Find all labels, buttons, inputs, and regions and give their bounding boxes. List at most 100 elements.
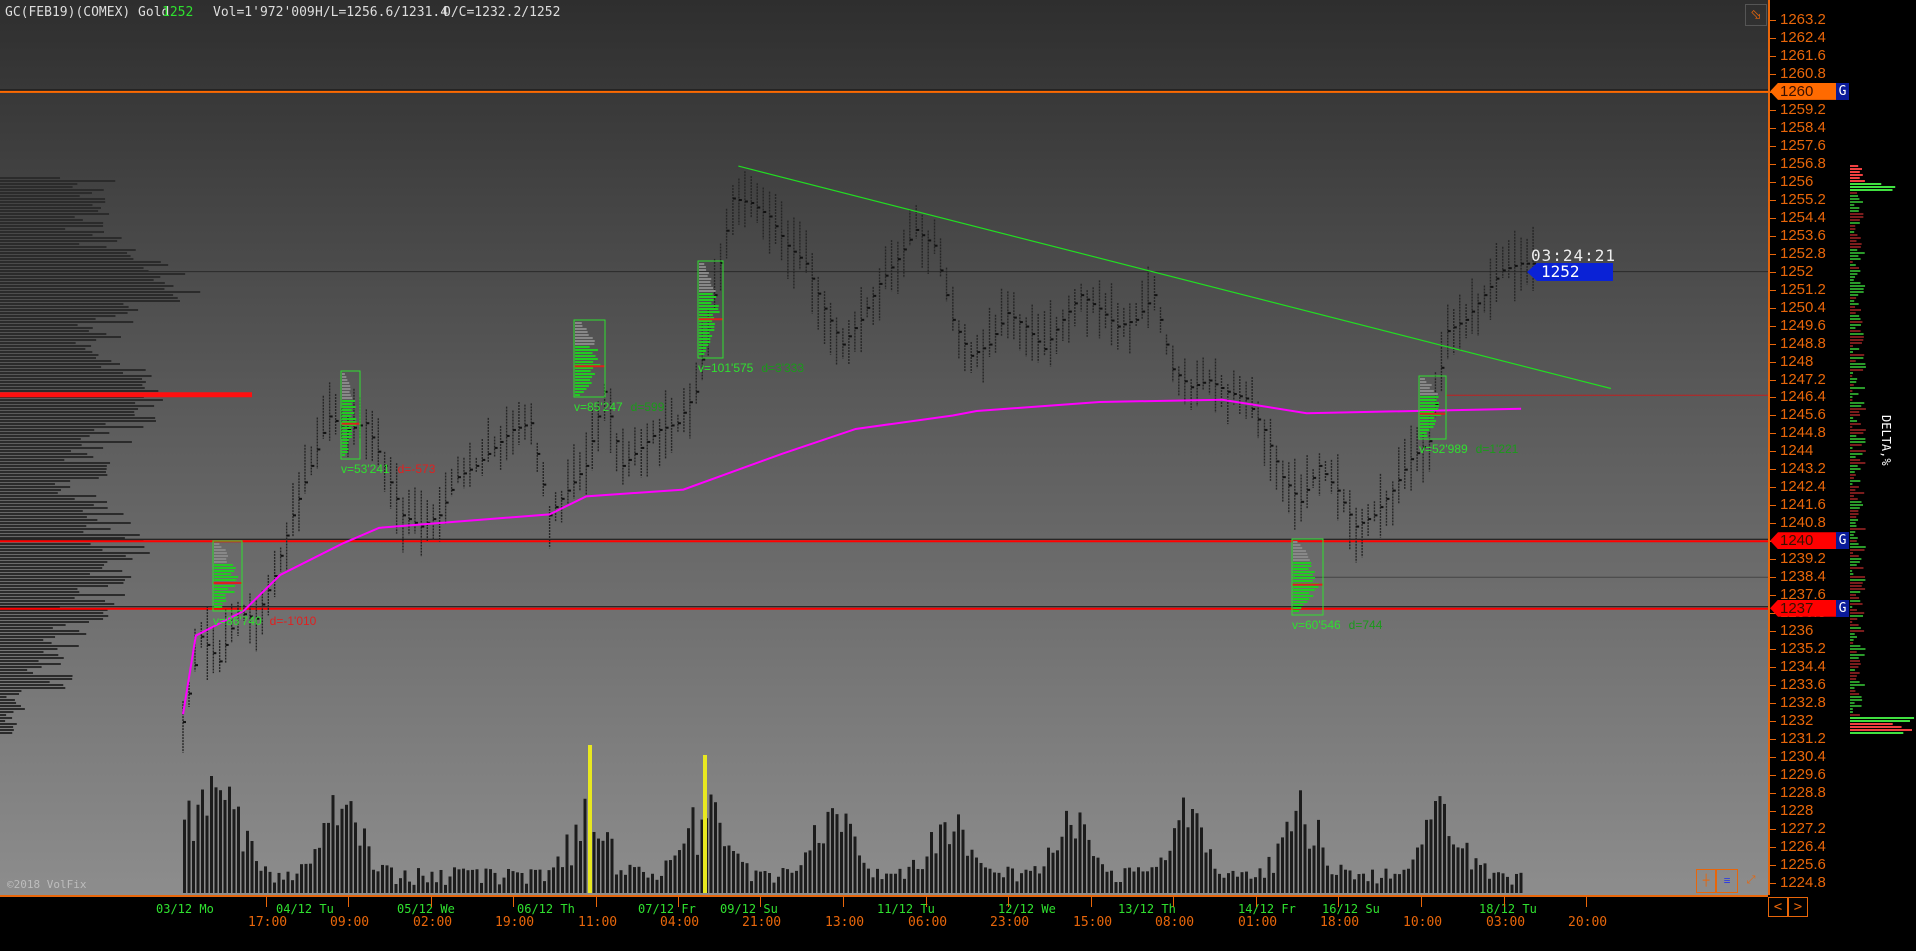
price-tick xyxy=(1770,451,1776,453)
tag-icon[interactable]: ⬂ xyxy=(1745,4,1767,26)
delta-bar xyxy=(1850,546,1866,548)
chevron-left-icon[interactable]: < xyxy=(1768,897,1788,917)
session-profile-bar xyxy=(214,564,233,566)
volume-bar xyxy=(907,866,911,893)
volume-bar xyxy=(1434,801,1437,893)
price-tick-label: 1226.4 xyxy=(1780,837,1826,855)
expand-icon[interactable]: ⤢ xyxy=(1740,869,1762,891)
volume-profile-bar xyxy=(0,471,106,473)
time-label: 10:00 xyxy=(1403,915,1443,930)
price-tick xyxy=(1770,379,1776,381)
close-tick xyxy=(396,497,400,500)
volume-profile-bar xyxy=(0,627,53,629)
grid-tool-icon[interactable]: ┼ xyxy=(1696,869,1716,893)
session-profile-bar xyxy=(214,552,227,554)
time-tick xyxy=(1586,897,1587,907)
volume-profile-bar xyxy=(0,228,66,230)
volume-profile-bar xyxy=(0,390,159,392)
volume-profile-bar xyxy=(0,591,80,593)
close-tick xyxy=(1502,269,1506,272)
price-alert-tag[interactable]: 1260 G xyxy=(1770,82,1850,100)
volume-profile-bar xyxy=(0,279,154,281)
volume-bar xyxy=(745,863,749,893)
price-tick xyxy=(1770,20,1776,21)
volume-bar xyxy=(439,869,443,893)
close-tick xyxy=(189,692,192,695)
volume-profile-bar xyxy=(0,687,66,689)
session-profile-bar xyxy=(1420,384,1432,386)
chart-area[interactable]: GC(FEB19)(COMEX) Gold 1252 Vol=1'972'009… xyxy=(0,0,1768,895)
volume-bar xyxy=(268,871,272,893)
session-profile-bar xyxy=(342,382,350,384)
volume-profile-bar xyxy=(0,243,80,245)
date-label: 12/12 We xyxy=(998,902,1056,916)
volume-bar xyxy=(1254,877,1257,893)
close-tick xyxy=(421,525,425,528)
volume-bar xyxy=(853,836,857,893)
volume-profile-bar xyxy=(0,600,106,602)
volume-bar xyxy=(223,799,227,893)
volume-profile-bar xyxy=(0,366,102,368)
close-tick xyxy=(1398,479,1402,482)
session-profile-bar xyxy=(342,451,348,453)
close-tick xyxy=(891,266,895,269)
session-profile-bar xyxy=(214,588,229,590)
close-tick xyxy=(1478,302,1482,305)
current-price-tag: 1252 xyxy=(1527,263,1613,281)
volume-profile-bar xyxy=(0,252,128,254)
close-tick xyxy=(1001,322,1005,325)
session-profile-bar xyxy=(699,347,707,349)
volume-profile-bar xyxy=(0,201,106,203)
volume-profile-bar xyxy=(0,660,39,662)
volume-bar xyxy=(417,868,420,893)
delta-bar xyxy=(1850,579,1866,581)
volume-profile-bar xyxy=(0,612,104,614)
time-tick xyxy=(678,897,679,907)
volume-bar xyxy=(300,864,303,893)
volume-profile-bar xyxy=(0,447,104,449)
volume-profile-bar xyxy=(0,186,73,188)
chevron-right-icon[interactable]: > xyxy=(1788,897,1808,917)
session-profile-bar xyxy=(342,397,353,399)
close-tick xyxy=(634,452,638,455)
volume-profile-bar xyxy=(0,567,103,569)
delta-bar xyxy=(1850,327,1856,329)
session-profile-bar xyxy=(1420,417,1435,419)
close-tick xyxy=(628,458,632,461)
volume-profile-bar xyxy=(0,189,104,191)
volume-bar xyxy=(1335,874,1338,893)
delta-bar xyxy=(1850,711,1853,713)
volume-bar xyxy=(309,863,312,893)
volume-bar xyxy=(1312,845,1316,893)
delta-bar xyxy=(1850,249,1858,251)
time-axis[interactable]: 03/12 Mo 04/12 Tu 05/12 We 06/12 Th 07/12 Fr… xyxy=(0,895,1768,951)
close-tick xyxy=(879,282,883,285)
profile-tool-icon[interactable]: ≡ xyxy=(1716,869,1738,893)
volume-bar xyxy=(844,813,848,893)
volume-bar xyxy=(516,872,519,893)
price-tick-label: 1244.8 xyxy=(1780,424,1826,442)
volume-bar xyxy=(363,828,366,893)
delta-bar xyxy=(1850,555,1859,557)
volume-profile-bar xyxy=(0,429,95,431)
close-tick xyxy=(1380,506,1384,509)
close-tick xyxy=(1117,325,1121,328)
price-alert-tag[interactable]: 1237 G xyxy=(1770,599,1850,617)
close-tick xyxy=(1160,318,1164,321)
volume-profile-bar xyxy=(0,492,58,494)
close-tick xyxy=(989,343,993,346)
close-tick xyxy=(1404,468,1408,471)
delta-bar xyxy=(1850,186,1896,188)
volume-bar xyxy=(1236,876,1239,893)
volume-bar xyxy=(826,811,830,893)
delta-bar xyxy=(1850,450,1866,452)
price-axis[interactable]: 1263.21262.41261.61260.812601259.21258.4… xyxy=(1768,0,1852,895)
price-alert-tag[interactable]: 1240 G xyxy=(1770,532,1850,550)
volume-bar xyxy=(849,823,852,893)
delta-bar xyxy=(1850,360,1856,362)
session-profile-bar xyxy=(575,361,594,363)
volume-bar xyxy=(583,798,587,893)
volume-bar xyxy=(804,852,807,893)
volume-profile-bar xyxy=(0,669,28,671)
delta-bar xyxy=(1850,519,1859,521)
